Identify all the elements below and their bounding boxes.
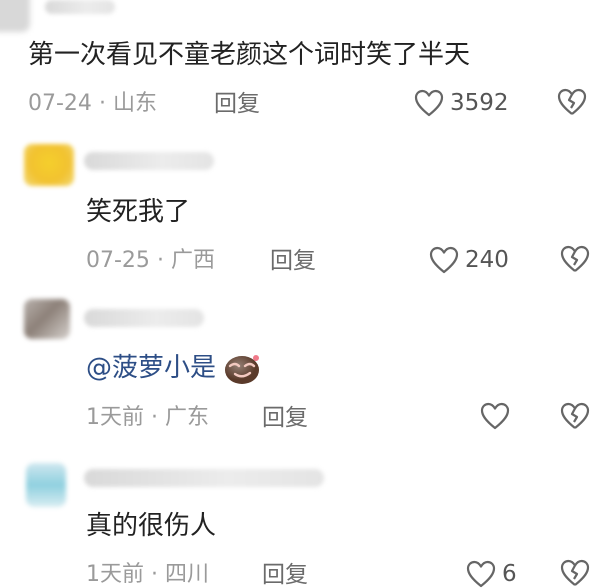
meta-separator: · <box>156 248 164 273</box>
like-count: 3592 <box>450 90 509 116</box>
reply-button[interactable]: 回复 <box>270 246 316 276</box>
dislike-button[interactable] <box>560 559 590 587</box>
dislike-button[interactable] <box>557 88 587 116</box>
heart-outline-icon <box>466 560 496 588</box>
comment-item: 第一次看见不童老颜这个词时笑了半天 07-24 · 山东 回复 3592 <box>0 0 600 140</box>
like-count: 6 <box>502 561 517 587</box>
comment-location: 山东 <box>112 91 157 116</box>
like-button[interactable]: 3592 <box>414 88 509 118</box>
comment-item: 笑死我了 07-25 · 广西 回复 240 <box>0 140 600 290</box>
comment-text: 第一次看见不童老颜这个词时笑了半天 <box>28 40 471 70</box>
reply-button[interactable]: 回复 <box>262 403 308 433</box>
avatar[interactable] <box>24 144 74 186</box>
broken-heart-icon <box>560 245 590 272</box>
username-blurred[interactable] <box>84 309 204 327</box>
meta-separator: · <box>151 405 158 430</box>
comment-text: 笑死我了 <box>86 197 191 227</box>
comment-meta: 1天前 · 广东 <box>86 403 209 433</box>
username-blurred[interactable] <box>45 0 115 14</box>
comment-date: 07-25 <box>86 248 150 273</box>
comment-date: 1天前 <box>86 562 144 587</box>
broken-heart-icon <box>560 402 590 429</box>
dislike-button[interactable] <box>560 245 590 273</box>
avatar[interactable] <box>0 0 30 32</box>
heart-outline-icon <box>429 246 459 274</box>
reply-button[interactable]: 回复 <box>214 89 260 119</box>
avatar[interactable] <box>26 463 66 507</box>
like-count: 240 <box>465 247 509 273</box>
reply-button[interactable]: 回复 <box>262 560 308 588</box>
comment-date: 07-24 <box>28 91 92 116</box>
comment-item: 真的很伤人 1天前 · 四川 回复 6 <box>0 455 600 588</box>
comment-location: 广西 <box>170 248 215 273</box>
broken-heart-icon <box>557 88 587 115</box>
heart-outline-icon <box>480 402 510 430</box>
broken-heart-icon <box>560 559 590 586</box>
comment-meta: 1天前 · 四川 <box>86 560 209 588</box>
username-blurred[interactable] <box>84 469 324 487</box>
mention-link[interactable]: @菠萝小是 <box>86 353 216 383</box>
comment-location: 四川 <box>165 562 210 587</box>
comment-meta: 07-24 · 山东 <box>28 89 157 119</box>
comment-date: 1天前 <box>86 405 144 430</box>
meta-separator: · <box>151 562 158 587</box>
comment-item: @菠萝小是 1天前 · 广东 回复 <box>0 295 600 450</box>
like-button[interactable]: 240 <box>429 245 509 275</box>
smirk-face-emoji <box>225 354 260 384</box>
username-blurred[interactable] <box>84 152 214 170</box>
like-button[interactable] <box>480 402 510 430</box>
comment-meta: 07-25 · 广西 <box>86 246 215 276</box>
like-button[interactable]: 6 <box>466 559 517 588</box>
comment-text: @菠萝小是 <box>86 351 262 386</box>
meta-separator: · <box>98 91 106 116</box>
avatar[interactable] <box>24 299 70 339</box>
comment-text: 真的很伤人 <box>86 511 217 541</box>
heart-outline-icon <box>414 89 444 117</box>
comment-location: 广东 <box>165 405 210 430</box>
dislike-button[interactable] <box>560 402 590 430</box>
